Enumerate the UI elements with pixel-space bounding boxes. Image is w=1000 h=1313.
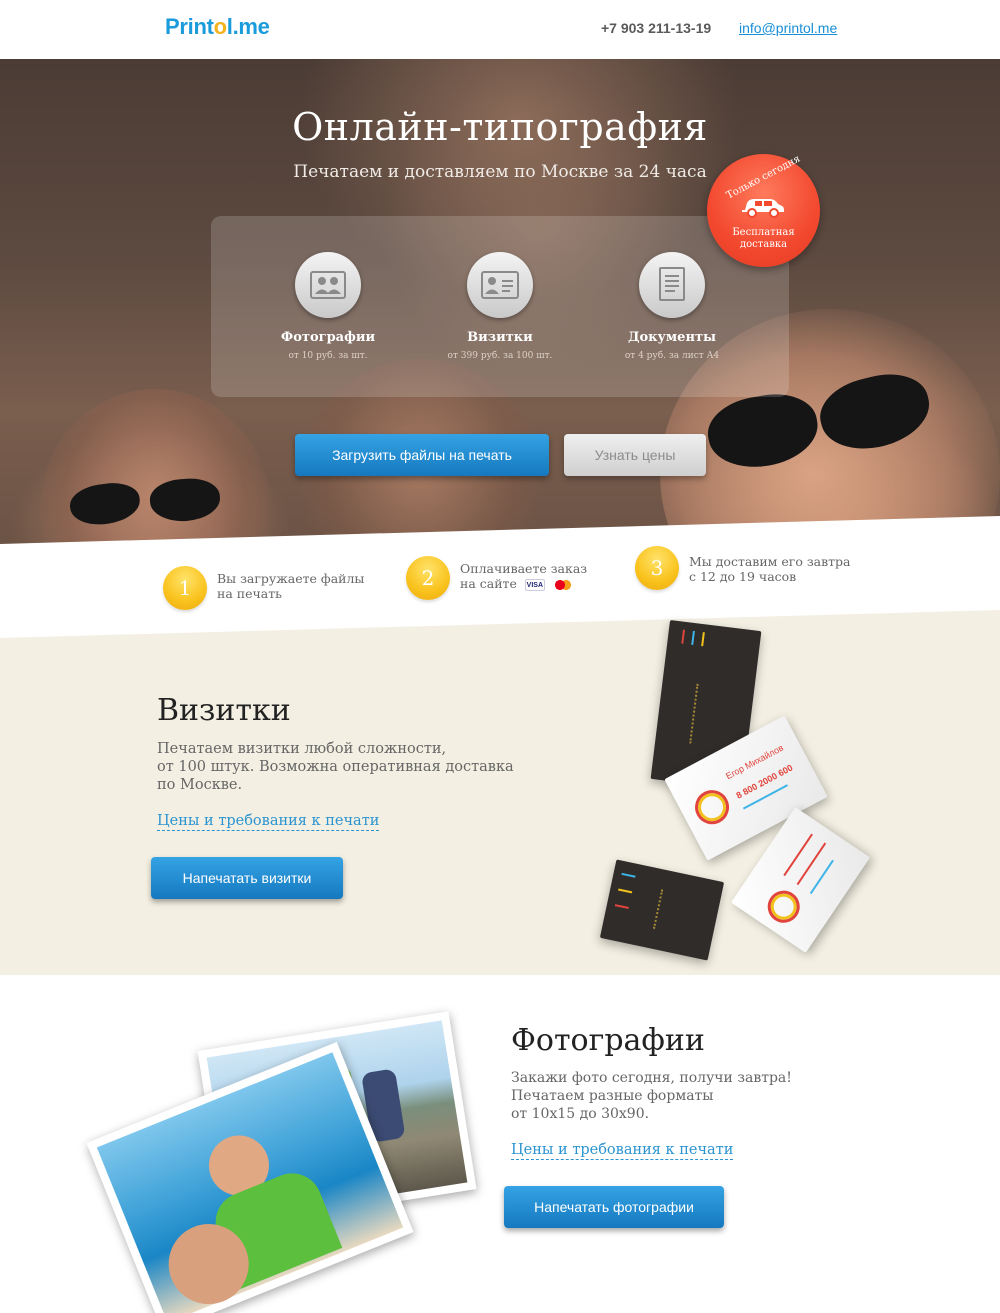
hero-title: Онлайн-типография bbox=[292, 105, 708, 149]
header-email-link[interactable]: info@printol.me bbox=[739, 20, 837, 36]
logo[interactable]: Printol.me bbox=[165, 14, 270, 40]
step-3-text: Мы доставим его завтра с 12 до 19 часов bbox=[689, 554, 851, 584]
photos-title: Фотографии bbox=[511, 1023, 705, 1058]
service-business-cards[interactable]: Визитки от 399 руб. за 100 шт. bbox=[415, 252, 585, 361]
service-documents[interactable]: Документы от 4 руб. за лист А4 bbox=[587, 252, 757, 361]
upload-files-button[interactable]: Загрузить файлы на печать bbox=[295, 434, 549, 476]
header-phone[interactable]: +7 903 211-13-19 bbox=[601, 20, 711, 36]
free-delivery-badge: Только сегодня Бесплатная доставка bbox=[707, 153, 820, 267]
print-photos-button[interactable]: Напечатать фотографии bbox=[504, 1186, 724, 1228]
logo-part-2: o bbox=[213, 14, 227, 39]
cards-description: Печатаем визитки любой сложности, от 100… bbox=[157, 740, 514, 794]
bg-face-left bbox=[40, 389, 270, 559]
step-3-number: 3 bbox=[635, 546, 679, 590]
step-line: с 12 до 19 часов bbox=[689, 569, 797, 584]
step-2-number: 2 bbox=[406, 556, 450, 600]
photos-prices-link[interactable]: Цены и требования к печати bbox=[511, 1142, 734, 1160]
mastercard-icon: MC bbox=[552, 578, 573, 591]
step-line: на печать bbox=[217, 586, 282, 601]
service-price: от 10 руб. за шт. bbox=[288, 351, 368, 361]
logo-part-3: l.me bbox=[226, 14, 270, 39]
service-price: от 399 руб. за 100 шт. bbox=[447, 351, 553, 361]
service-name: Документы bbox=[627, 330, 717, 345]
step-line: на сайте bbox=[460, 576, 517, 591]
hero-section: Онлайн-типография Печатаем и доставляем … bbox=[0, 59, 1000, 559]
document-icon bbox=[639, 252, 705, 318]
badge-line-2: доставка bbox=[739, 239, 788, 250]
step-line: Оплачиваете заказ bbox=[460, 561, 588, 576]
photos-desc-line: Закажи фото сегодня, получи завтра! bbox=[511, 1070, 792, 1086]
logo-part-1: Print bbox=[165, 14, 214, 39]
cards-desc-line: по Москве. bbox=[157, 777, 243, 793]
cards-title: Визитки bbox=[157, 693, 291, 728]
visa-icon: VISA bbox=[524, 578, 545, 591]
print-business-cards-button[interactable]: Напечатать визитки bbox=[151, 857, 343, 899]
service-name: Визитки bbox=[467, 330, 533, 345]
photos-desc-line: от 10х15 до 30х90. bbox=[511, 1106, 650, 1122]
step-line: Вы загружаете файлы bbox=[217, 571, 365, 586]
service-name: Фотографии bbox=[280, 330, 376, 345]
car-icon bbox=[742, 199, 784, 218]
learn-prices-button[interactable]: Узнать цены bbox=[564, 434, 706, 476]
cards-desc-line: Печатаем визитки любой сложности, bbox=[157, 741, 447, 757]
service-price: от 4 руб. за лист А4 bbox=[624, 351, 720, 361]
badge-text: Бесплатная доставка bbox=[707, 227, 820, 251]
badge-line-1: Бесплатная bbox=[732, 227, 795, 238]
photos-desc-line: Печатаем разные форматы bbox=[511, 1088, 714, 1104]
site-header: Printol.me +7 903 211-13-19 info@printol… bbox=[0, 0, 1000, 59]
photos-description: Закажи фото сегодня, получи завтра! Печа… bbox=[511, 1069, 792, 1123]
photo-icon bbox=[295, 252, 361, 318]
hero-subtitle: Печатаем и доставляем по Москве за 24 ча… bbox=[293, 162, 707, 182]
business-card-icon bbox=[467, 252, 533, 318]
service-photos[interactable]: Фотографии от 10 руб. за шт. bbox=[243, 252, 413, 361]
step-2-text: Оплачиваете заказ на сайте VISA MC bbox=[460, 561, 587, 591]
services-panel: Фотографии от 10 руб. за шт. Визитки от … bbox=[211, 216, 789, 397]
step-line: Мы доставим его завтра bbox=[689, 554, 851, 569]
cards-prices-link[interactable]: Цены и требования к печати bbox=[157, 813, 380, 831]
step-1-text: Вы загружаете файлы на печать bbox=[217, 571, 364, 601]
step-1-number: 1 bbox=[163, 566, 207, 610]
cards-desc-line: от 100 штук. Возможна оперативная достав… bbox=[157, 759, 514, 775]
